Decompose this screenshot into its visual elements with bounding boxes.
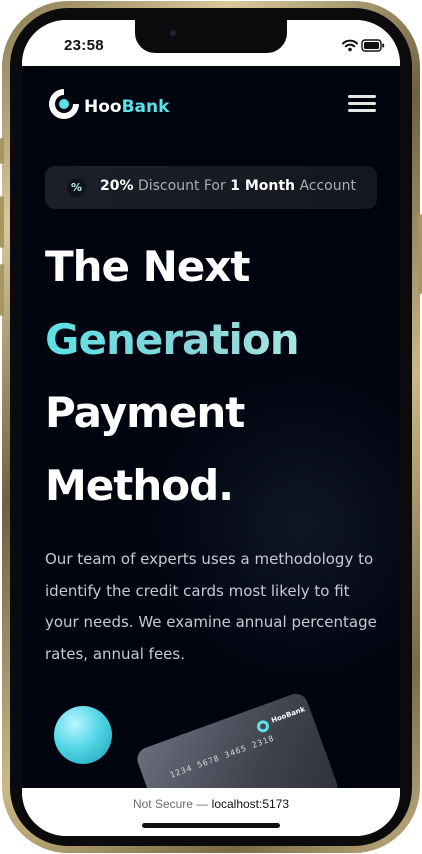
credit-card-image: 1234 5678 3465 2318 HooBank	[134, 690, 341, 788]
logo-text: HooBank	[84, 97, 169, 117]
hero-title-line-4: Method.	[45, 461, 234, 510]
status-bar: 23:58	[22, 20, 400, 66]
logo-text-bank: Bank	[121, 97, 170, 117]
discount-banner: % 20% Discount For 1 Month Account	[45, 166, 377, 209]
browser-address-bar[interactable]: Not Secure — localhost:5173	[22, 788, 400, 836]
menu-bar	[348, 109, 376, 112]
hero-description: Our team of experts uses a methodology t…	[45, 550, 377, 663]
home-indicator[interactable]	[142, 823, 280, 828]
volume-up-button	[0, 196, 4, 248]
url-host: localhost:5173	[211, 797, 290, 811]
status-icons	[342, 39, 386, 53]
not-secure-label: Not Secure —	[132, 797, 209, 811]
hero-title-line-2: Generation	[45, 315, 300, 364]
percent-icon: %	[67, 178, 86, 197]
card-brand: HooBank	[270, 705, 307, 725]
notch	[135, 20, 287, 53]
battery-icon	[361, 39, 385, 52]
hero-title-line-3: Payment	[45, 388, 245, 437]
url-display[interactable]: Not Secure — localhost:5173	[22, 797, 400, 811]
volume-down-button	[0, 264, 4, 316]
menu-bar	[348, 95, 376, 98]
wifi-icon	[342, 39, 358, 52]
hamburger-menu-icon[interactable]	[348, 95, 378, 115]
decorative-sphere	[54, 706, 112, 764]
status-time: 23:58	[64, 37, 104, 54]
card-logo-icon	[255, 718, 271, 735]
front-camera	[170, 30, 176, 36]
power-button	[418, 214, 422, 294]
logo-text-hoo: Hoo	[84, 97, 122, 117]
discount-text-1: Discount For	[133, 178, 231, 194]
card-number: 1234 5678 3465 2318	[168, 733, 276, 780]
discount-duration: 1 Month	[230, 178, 295, 194]
discount-text: 20% Discount For 1 Month Account	[100, 178, 356, 194]
phone-screen: 23:58 HooBank % 20% Discount For 1 Month…	[22, 20, 400, 836]
hoobank-logo-icon	[49, 88, 80, 119]
discount-value: 20%	[100, 178, 134, 194]
hero-title-line-1: The Next	[45, 242, 250, 291]
app-viewport: HooBank % 20% Discount For 1 Month Accou…	[22, 66, 400, 788]
menu-bar	[348, 102, 376, 105]
mute-switch	[0, 138, 4, 164]
discount-text-2: Account	[295, 178, 356, 194]
